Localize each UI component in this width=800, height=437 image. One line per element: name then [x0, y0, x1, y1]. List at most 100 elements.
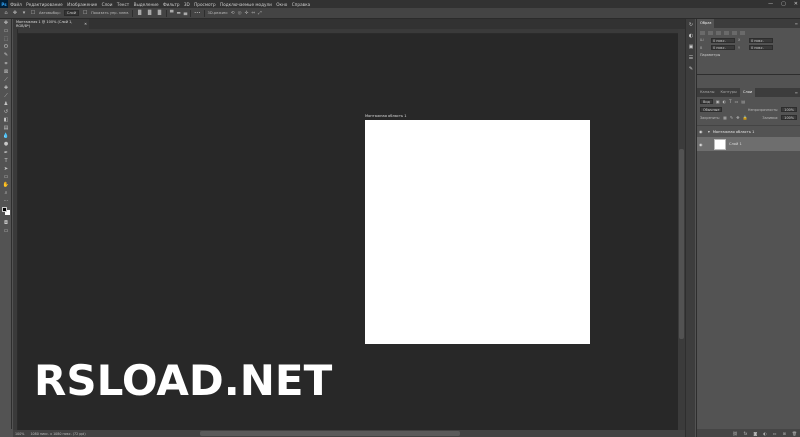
- lock-pixels-icon[interactable]: ▦: [723, 115, 727, 120]
- zoom-tool-icon[interactable]: ⌕: [0, 189, 12, 197]
- filter-smart-icon[interactable]: ▤: [741, 99, 745, 104]
- align-center-icon[interactable]: ▐▌: [146, 11, 153, 16]
- quick-mask-icon[interactable]: ◘: [0, 219, 12, 227]
- fill-field[interactable]: 100%: [781, 115, 797, 120]
- lasso-tool-icon[interactable]: ʘ: [0, 43, 12, 51]
- 3d-pan-icon[interactable]: ✣: [245, 11, 249, 16]
- blend-mode-dropdown[interactable]: Обычные: [700, 107, 723, 112]
- transform-controls-label[interactable]: Показать упр. элем.: [91, 11, 129, 15]
- align-left-icon[interactable]: ▐▌: [136, 11, 143, 16]
- close-icon[interactable]: ✕: [794, 1, 798, 7]
- 3d-slide-icon[interactable]: ⇔: [251, 11, 255, 16]
- crop-tool-icon[interactable]: ⌗: [0, 59, 12, 67]
- blur-tool-icon[interactable]: 💧: [0, 132, 12, 140]
- align-left-icon[interactable]: [700, 31, 705, 35]
- opacity-field[interactable]: 100%: [781, 107, 797, 112]
- move-tool-icon[interactable]: ✥: [12, 10, 18, 16]
- 3d-roll-icon[interactable]: ◎: [238, 11, 242, 16]
- trash-icon[interactable]: 🗑: [792, 431, 797, 436]
- adjustment-layer-icon[interactable]: ◐: [763, 431, 767, 436]
- document-tab[interactable]: Монтажная 1 @ 100% (Слой 1, RGB/8*) ✕: [13, 19, 89, 29]
- menu-layers[interactable]: Слои: [99, 2, 114, 7]
- parameters-label[interactable]: Параметры: [700, 53, 797, 57]
- align-right-icon[interactable]: ▐▌: [156, 11, 163, 16]
- chevron-down-icon[interactable]: ▾: [708, 130, 710, 134]
- tab-paths[interactable]: Контуры: [717, 88, 739, 97]
- eraser-tool-icon[interactable]: ◧: [0, 116, 12, 124]
- menu-plugins[interactable]: Подключаемые модули: [218, 2, 274, 7]
- move-tool-icon[interactable]: ✥: [0, 19, 12, 27]
- menu-image[interactable]: Изображение: [65, 2, 100, 7]
- align-middle-icon[interactable]: ▬: [176, 11, 180, 16]
- menu-help[interactable]: Справка: [290, 2, 313, 7]
- more-tools-icon[interactable]: ⋯: [0, 197, 12, 205]
- layer-group-row[interactable]: ◉ ▾ Монтажная область 1: [697, 125, 800, 137]
- scrollbar-thumb[interactable]: [679, 149, 684, 339]
- healing-brush-tool-icon[interactable]: ✚: [0, 84, 12, 92]
- align-top-icon[interactable]: [724, 31, 729, 35]
- menu-3d[interactable]: 3D: [182, 2, 192, 7]
- layer-thumbnail[interactable]: [714, 138, 726, 150]
- y-field[interactable]: 0 пикс.: [749, 45, 773, 50]
- filter-type-icon[interactable]: T: [729, 99, 731, 104]
- vertical-scrollbar[interactable]: [678, 29, 685, 430]
- add-mask-icon[interactable]: ◙: [753, 431, 757, 436]
- marquee-tool-icon[interactable]: ⬚: [0, 35, 12, 43]
- filter-pixel-icon[interactable]: ▣: [716, 99, 720, 104]
- height-field[interactable]: 0 пикс.: [711, 45, 735, 50]
- new-group-icon[interactable]: ▭: [773, 431, 777, 436]
- align-top-icon[interactable]: ▀: [170, 11, 173, 16]
- libraries-icon[interactable]: ▣: [686, 41, 696, 52]
- lock-brush-icon[interactable]: ✎: [730, 115, 733, 120]
- visibility-eye-icon[interactable]: ◉: [699, 129, 705, 134]
- artboard-tool-icon[interactable]: ▭: [0, 27, 12, 35]
- align-bottom-icon[interactable]: ▄: [184, 11, 187, 16]
- hand-tool-icon[interactable]: ✋: [0, 181, 12, 189]
- history-brush-tool-icon[interactable]: ↺: [0, 108, 12, 116]
- 3d-scale-icon[interactable]: ⤢: [258, 10, 262, 16]
- checkbox[interactable]: ☐: [30, 10, 36, 16]
- auto-select-dropdown[interactable]: Слой: [63, 10, 80, 16]
- panel-menu-icon[interactable]: ≡: [795, 21, 800, 26]
- layer-name[interactable]: Слой 1: [729, 142, 742, 146]
- x-field[interactable]: 0 пикс.: [749, 37, 773, 43]
- screen-mode-icon[interactable]: ▭: [0, 227, 12, 235]
- lock-move-icon[interactable]: ✥: [736, 115, 739, 120]
- history-icon[interactable]: ↻: [686, 19, 696, 30]
- foreground-color-swatch[interactable]: [2, 207, 7, 213]
- properties-icon[interactable]: ☰: [686, 52, 696, 63]
- gradient-tool-icon[interactable]: ▤: [0, 124, 12, 132]
- document-info[interactable]: 1080 пикс. x 1080 пикс. (72 ppi): [30, 432, 85, 436]
- visibility-eye-icon[interactable]: ◉: [699, 142, 705, 147]
- type-tool-icon[interactable]: T: [0, 157, 12, 165]
- menu-select[interactable]: Выделение: [131, 2, 160, 7]
- menu-window[interactable]: Окно: [274, 2, 290, 7]
- maximize-icon[interactable]: ▢: [781, 1, 786, 7]
- filter-adjustment-icon[interactable]: ◐: [723, 99, 727, 104]
- menu-file[interactable]: Файл: [8, 2, 24, 7]
- artboard-label[interactable]: Монтажная область 1: [365, 114, 407, 118]
- align-middle-icon[interactable]: [732, 31, 737, 35]
- brush-settings-icon[interactable]: ✎: [686, 63, 696, 74]
- tab-channels[interactable]: Каналы: [697, 88, 717, 97]
- tab-image[interactable]: Образ: [697, 19, 715, 28]
- layer-row[interactable]: ◉ Слой 1: [697, 137, 800, 151]
- close-icon[interactable]: ✕: [84, 22, 87, 26]
- menu-edit[interactable]: Редактирование: [24, 2, 65, 7]
- pen-tool-icon[interactable]: ✒: [0, 149, 12, 157]
- shape-tool-icon[interactable]: ▭: [0, 173, 12, 181]
- horizontal-scrollbar[interactable]: [200, 431, 460, 436]
- more-options-button[interactable]: •••: [194, 11, 200, 15]
- layer-kind-filter[interactable]: Вид: [700, 99, 713, 104]
- zoom-level[interactable]: 100%: [15, 432, 24, 436]
- 3d-rotate-icon[interactable]: ⟲: [231, 11, 235, 16]
- quick-select-tool-icon[interactable]: ✎: [0, 51, 12, 59]
- menu-filter[interactable]: Фильтр: [161, 2, 182, 7]
- link-layers-icon[interactable]: ⛓: [733, 431, 738, 436]
- filter-shape-icon[interactable]: ▭: [735, 99, 739, 104]
- artboard[interactable]: [365, 120, 590, 344]
- color-swatches[interactable]: [0, 205, 12, 219]
- panel-menu-icon[interactable]: ≡: [795, 90, 800, 95]
- checkbox-transform[interactable]: ☐: [82, 10, 88, 16]
- align-right-icon[interactable]: [716, 31, 721, 35]
